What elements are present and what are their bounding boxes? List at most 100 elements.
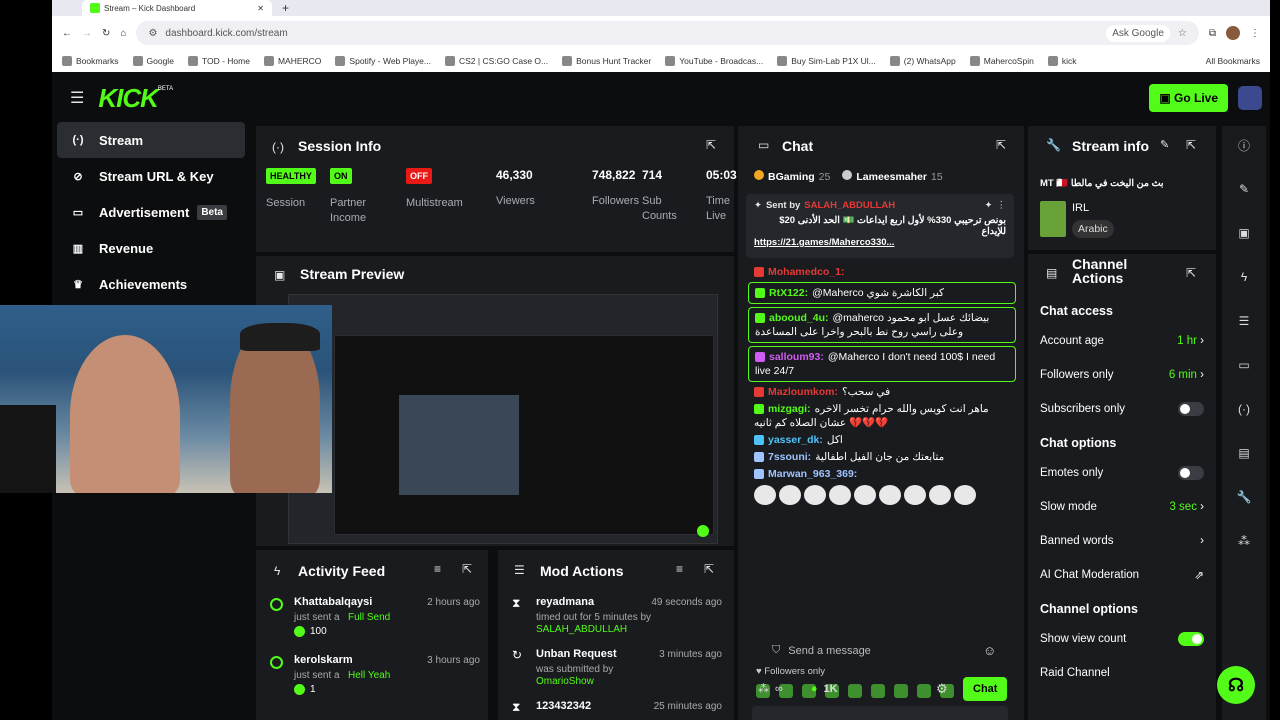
popout-icon[interactable]: ⇱ (996, 138, 1006, 152)
send-chat-button[interactable]: Chat (963, 677, 1008, 701)
popout-icon[interactable]: ⇱ (1186, 266, 1196, 280)
bookmark-item[interactable]: (2) WhatsApp (889, 56, 956, 66)
bolt-rail-icon[interactable]: ϟ (1231, 264, 1257, 290)
chat-rail-icon[interactable]: ▭ (1231, 352, 1257, 378)
infinity-icon[interactable]: ∞ (775, 683, 783, 695)
go-live-button[interactable]: ▣ Go Live (1149, 84, 1228, 112)
user-avatar[interactable] (1238, 86, 1262, 110)
support-headset-button[interactable]: ☊ (1217, 666, 1255, 704)
chat-username[interactable]: abooud_4u: (769, 312, 829, 324)
subscribers-only-toggle[interactable] (1178, 402, 1204, 416)
chat-username[interactable]: Marwan_963_369: (768, 468, 857, 480)
sidebar-item-stream[interactable]: (·) Stream (57, 122, 245, 158)
bookmark-item[interactable]: Bonus Hunt Tracker (562, 56, 651, 66)
bookmark-favicon-icon (889, 56, 900, 66)
reload-icon[interactable]: ↻ (102, 28, 110, 39)
settings-gear-icon[interactable]: ⚙ (936, 681, 948, 697)
list-rail-icon[interactable]: ☰ (1231, 308, 1257, 334)
bookmark-favicon-icon (777, 56, 788, 66)
chat-username[interactable]: 7ssouni: (768, 451, 811, 463)
address-bar[interactable]: ⚙ dashboard.kick.com/stream Ask Google ☆ (136, 21, 1199, 45)
leaderboard-count: 15 (930, 171, 943, 183)
all-bookmarks-button[interactable]: All Bookmarks (1206, 56, 1260, 66)
chat-username[interactable]: salloum93: (769, 351, 824, 363)
people-rail-icon[interactable]: ⁂ (1231, 528, 1257, 554)
channel-rail-icon[interactable]: ▤ (1231, 440, 1257, 466)
go-live-label: Go Live (1173, 91, 1218, 105)
show-view-count-toggle[interactable] (1178, 632, 1204, 646)
preview-rail-icon[interactable]: ▣ (1231, 220, 1257, 246)
edit-icon[interactable]: ✎ (1160, 138, 1169, 151)
filter-icon[interactable]: ≡ (434, 562, 441, 576)
wrench-rail-icon[interactable]: 🔧 (1231, 484, 1257, 510)
more-icon[interactable]: ⋮ (997, 200, 1007, 211)
bookmark-item[interactable]: kick (1047, 56, 1076, 66)
sidebar-item-revenue[interactable]: ▥ Revenue (57, 230, 245, 266)
popout-icon[interactable]: ⇱ (706, 138, 716, 152)
popout-icon[interactable]: ⇱ (704, 562, 714, 576)
filter-icon[interactable]: ≡ (676, 562, 683, 576)
bookmark-label: Google (146, 56, 174, 66)
popout-icon[interactable]: ⇱ (462, 562, 472, 576)
bookmark-item[interactable]: Spotify - Web Playe... (335, 56, 431, 66)
star-icon[interactable]: ☆ (1178, 28, 1187, 39)
sidebar-item-stream-url-key[interactable]: ⊘ Stream URL & Key (57, 158, 245, 194)
show-view-count-label: Show view count (1040, 633, 1127, 645)
menu-icon[interactable]: ⋮ (1250, 28, 1260, 39)
popout-icon[interactable]: ⇱ (1186, 138, 1196, 152)
raid-channel-row[interactable]: Raid Channel (1028, 656, 1216, 690)
bookmark-item[interactable]: CS2 | CS:GO Case O... (445, 56, 548, 66)
chat-username[interactable]: Mohamedco_1: (768, 266, 844, 278)
bookmark-item[interactable]: MahercoSpin (969, 56, 1034, 66)
site-info-icon[interactable]: ⚙ (148, 28, 157, 39)
back-icon[interactable]: ← (62, 28, 72, 39)
chat-username[interactable]: Mazloumkom: (768, 386, 838, 398)
new-tab-icon[interactable]: + (282, 1, 289, 15)
chat-username[interactable]: RtX122: (769, 287, 808, 299)
followers-only-row[interactable]: Followers only 6 min › (1028, 358, 1216, 392)
message-input[interactable]: ⛉ Send a message (772, 644, 871, 657)
slow-mode-row[interactable]: Slow mode 3 sec › (1028, 490, 1216, 524)
sidebar-item-advertisement[interactable]: ▭ Advertisement Beta (57, 194, 245, 230)
sidebar-item-achievements[interactable]: ♛ Achievements (57, 266, 245, 302)
extensions-icon[interactable]: ⧉ (1209, 28, 1216, 39)
ai-moderation-row[interactable]: AI Chat Moderation ⇗ (1028, 558, 1216, 592)
account-age-row[interactable]: Account age 1 hr › (1028, 324, 1216, 358)
emotes-only-toggle[interactable] (1178, 466, 1204, 480)
chat-username[interactable]: yasser_dk: (768, 434, 823, 446)
bookmark-item[interactable]: Buy Sim-Lab P1X Ul... (777, 56, 876, 66)
browser-tab[interactable]: Stream – Kick Dashboard ✕ (82, 0, 272, 16)
bookmark-item[interactable]: TOD - Home (187, 56, 250, 66)
category-thumbnail (1040, 201, 1066, 237)
home-icon[interactable]: ⌂ (120, 28, 126, 39)
pin-toggle-icon[interactable]: ✦ (985, 200, 993, 211)
bookmark-item[interactable]: YouTube - Broadcas... (665, 56, 763, 66)
bookmark-item[interactable]: Bookmarks (62, 56, 119, 66)
stream-preview-video[interactable] (288, 294, 718, 544)
kick-favicon-icon (90, 3, 100, 13)
emote-picker-icon[interactable] (871, 684, 885, 698)
chat-username[interactable]: mizgagi: (768, 403, 811, 415)
chat-badge-icon (754, 267, 764, 278)
close-tab-icon[interactable]: ✕ (257, 4, 264, 13)
bookmark-item[interactable]: Google (132, 56, 174, 66)
broadcast-rail-icon[interactable]: (·) (1231, 396, 1257, 422)
emoji-icon[interactable]: ☺ (983, 643, 996, 658)
emote-picker-icon[interactable] (848, 684, 862, 698)
emote-picker-icon[interactable] (917, 684, 931, 698)
preview-nested-dashboard (334, 335, 714, 535)
pencil-icon[interactable]: ✎ (1231, 176, 1257, 202)
info-icon[interactable]: ⓘ (1231, 132, 1257, 158)
users-icon[interactable]: ⁂ (758, 682, 769, 695)
kick-logo[interactable]: KICK (98, 83, 159, 114)
leaderboard-entry: Lameesmaher 15 (842, 170, 943, 183)
hamburger-icon[interactable]: ☰ (70, 88, 84, 108)
category-name[interactable]: IRL (1072, 202, 1089, 214)
profile-avatar[interactable] (1226, 26, 1240, 40)
banned-words-row[interactable]: Banned words › (1028, 524, 1216, 558)
pinned-link[interactable]: https://21.games/Maherco330... (754, 237, 1006, 248)
ask-google-button[interactable]: Ask Google (1106, 24, 1170, 42)
emote-picker-icon[interactable] (894, 684, 908, 698)
bookmark-item[interactable]: MAHERCO (263, 56, 321, 66)
forward-icon[interactable]: → (82, 28, 92, 39)
